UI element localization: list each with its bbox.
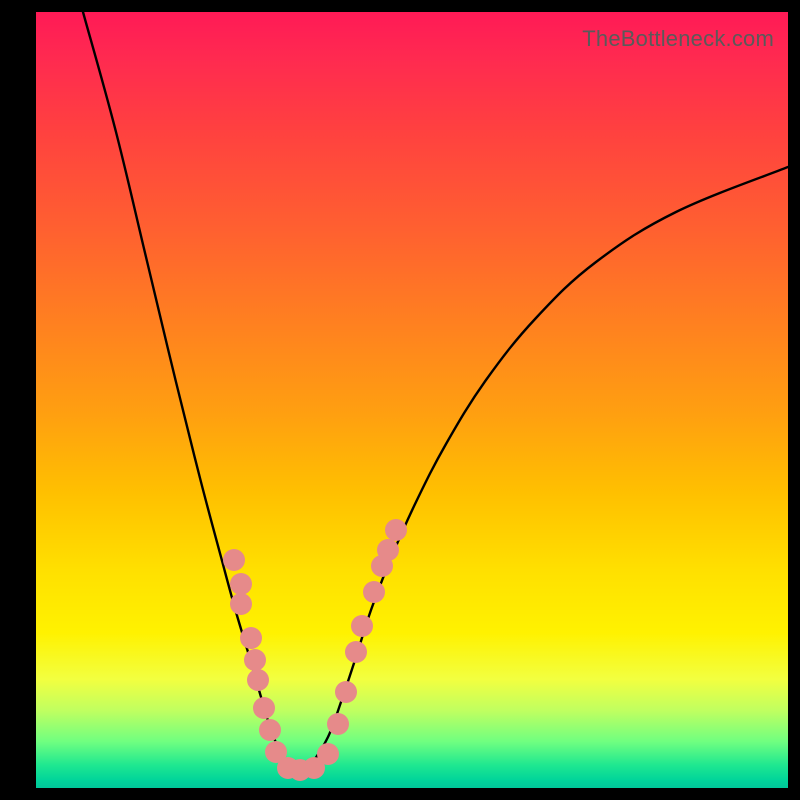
scatter-dot [345,641,367,663]
scatter-dot [230,573,252,595]
scatter-dot [363,581,385,603]
scatter-dot [377,539,399,561]
scatter-dot [385,519,407,541]
scatter-dot [335,681,357,703]
scatter-layer [36,12,788,788]
scatter-dot [223,549,245,571]
plot-area: TheBottleneck.com [36,12,788,788]
scatter-dot [247,669,269,691]
scatter-dot [259,719,281,741]
scatter-dot [230,593,252,615]
scatter-dot [317,743,339,765]
watermark-label: TheBottleneck.com [582,26,774,52]
scatter-dot [351,615,373,637]
chart-frame: TheBottleneck.com [0,0,800,800]
scatter-points [223,519,407,781]
scatter-dot [240,627,262,649]
scatter-dot [244,649,266,671]
scatter-dot [253,697,275,719]
scatter-dot [327,713,349,735]
